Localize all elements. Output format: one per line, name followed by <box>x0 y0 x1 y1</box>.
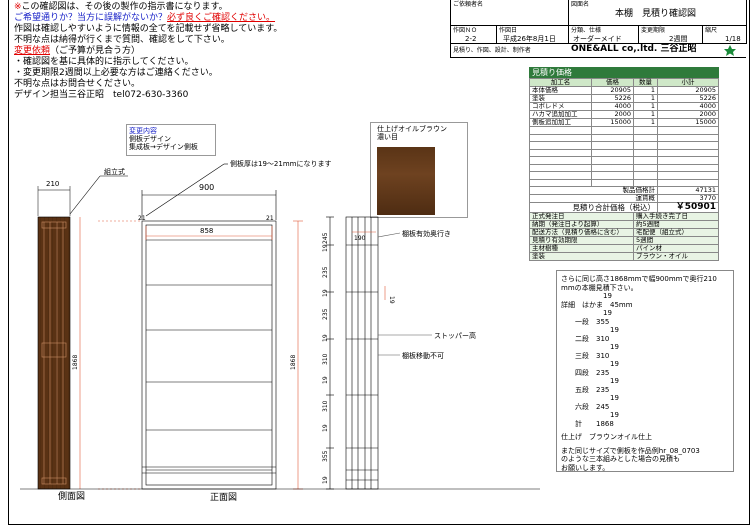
stopper-note: ストッパー高 <box>434 331 476 340</box>
drawing-sheet: ※この確認図は、その後の製作の指示書になります。 ご希望通りか？当方に誤解がない… <box>0 0 750 525</box>
vdim-5: 235 <box>322 308 329 320</box>
fixed-shelf-note: 棚板移動不可 <box>402 351 444 360</box>
assembly-note: 組立式 <box>104 167 125 176</box>
vdim-7: 310 <box>322 353 329 365</box>
request-line: さらに同じ高さ1868mmで幅900mmで奥行210 <box>561 275 717 283</box>
inner-width-dim: 858 <box>200 227 213 235</box>
vdim-8: 19 <box>322 376 329 384</box>
request-line: 六段 245 <box>561 402 610 411</box>
request-line: mmの本棚見積下さい。 <box>561 283 638 292</box>
request-line: 19 <box>561 360 619 368</box>
vdim-1: 245 <box>322 232 329 244</box>
request-line: 仕上げ ブラウンオイル仕上 <box>561 433 652 441</box>
request-line: 19 <box>561 292 612 300</box>
thickness-note: 側板厚は19〜21mmになります <box>230 159 331 168</box>
vdim-4: 19 <box>322 289 329 297</box>
shelf-depth-note: 棚板有効奥行き <box>402 229 451 238</box>
request-line: また同じサイズで側板を作品例hr_08_0703 <box>561 446 700 455</box>
request-line: 19 <box>561 326 619 334</box>
request-line: 19 <box>561 343 619 351</box>
side-view: 210 1868 組立式 側面図 <box>37 167 128 502</box>
request-line: 19 <box>561 411 619 419</box>
vdim-3: 235 <box>322 266 329 278</box>
request-line: 四段 235 <box>561 368 610 377</box>
request-line: 詳細 はかま 45mm <box>561 300 633 309</box>
side-width-dim: 210 <box>46 180 59 188</box>
request-line: 五段 235 <box>561 385 610 394</box>
left-thickness-dim: 21 <box>138 215 146 222</box>
vdim-2: 19 <box>322 244 329 252</box>
front-width-dim: 900 <box>199 183 214 192</box>
request-line: 一段 355 <box>561 317 610 326</box>
depth-dim: 190 <box>354 235 366 242</box>
right-thickness-dim: 21 <box>266 215 274 222</box>
vdim-6: 19 <box>322 334 329 342</box>
request-line: 19 <box>561 309 612 317</box>
vertical-dim-labels: 245 19 235 19 235 19 310 19 310 19 355 1… <box>322 232 329 484</box>
vdim-10: 19 <box>322 424 329 432</box>
request-line: 19 <box>561 394 619 402</box>
side-height-dim: 1868 <box>72 355 79 370</box>
request-line: のような三本組みとした場合の見積も <box>561 455 680 463</box>
request-line: 二段 310 <box>561 334 610 343</box>
request-line: 19 <box>561 377 619 385</box>
front-view-label: 正面図 <box>210 492 237 503</box>
vdim-11: 355 <box>322 450 329 462</box>
request-line: お願いします。 <box>561 463 610 472</box>
side-view-label: 側面図 <box>58 490 85 502</box>
vdim-9: 310 <box>322 400 329 412</box>
request-line: 計 1868 <box>561 419 614 428</box>
front-view <box>98 163 303 490</box>
stopper-dim: 19 <box>388 296 395 304</box>
vdim-12: 19 <box>322 476 329 484</box>
request-note: さらに同じ高さ1868mmで幅900mmで奥行210 mmの本棚見積下さい。 1… <box>556 270 734 472</box>
front-height-dim: 1868 <box>290 355 297 370</box>
request-line: 三段 310 <box>561 351 610 360</box>
